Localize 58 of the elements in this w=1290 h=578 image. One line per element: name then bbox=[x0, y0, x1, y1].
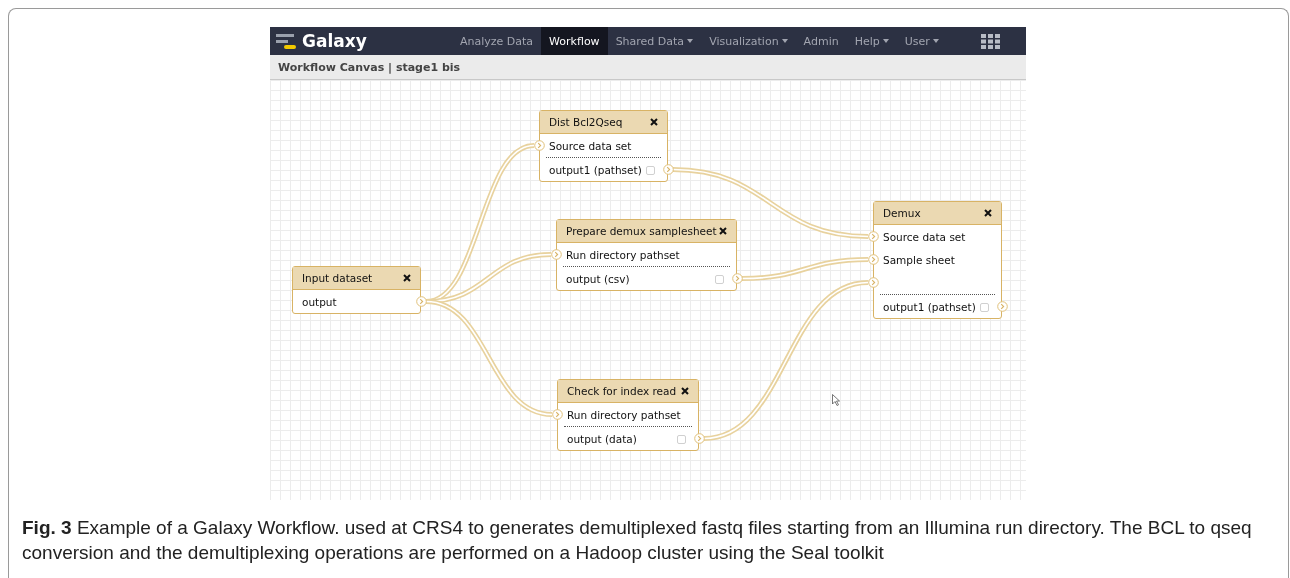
node-title: Dist Bcl2Qseq bbox=[549, 116, 623, 128]
output-label: output1 (pathset) bbox=[883, 300, 976, 313]
input-terminal[interactable] bbox=[533, 140, 545, 151]
close-icon[interactable] bbox=[403, 274, 411, 282]
output-terminal[interactable] bbox=[996, 301, 1008, 312]
output-label: output (csv) bbox=[566, 272, 630, 285]
workflow-node[interactable]: Dist Bcl2Qseq Source data set output1 (pathset) bbox=[539, 110, 668, 182]
workflow-node[interactable]: Demux Source data set Sample sheet output1 (pathset) bbox=[873, 201, 1002, 319]
node-header[interactable]: Prepare demux samplesheet bbox=[557, 220, 736, 243]
node-title: Demux bbox=[883, 207, 921, 219]
nav-link[interactable]: Visualization bbox=[701, 27, 796, 55]
node-title: Input dataset bbox=[302, 272, 373, 284]
nav-link[interactable]: Workflow bbox=[541, 27, 608, 55]
output-terminal[interactable] bbox=[415, 296, 427, 307]
output-checkbox[interactable] bbox=[980, 303, 989, 312]
node-header[interactable]: Input dataset bbox=[293, 267, 420, 290]
nav-link[interactable]: Help bbox=[846, 27, 897, 55]
output-terminal[interactable] bbox=[693, 433, 705, 444]
close-icon[interactable] bbox=[984, 209, 992, 217]
input-terminal[interactable] bbox=[867, 254, 879, 265]
output-checkbox[interactable] bbox=[677, 435, 686, 444]
input-label: Run directory pathset bbox=[567, 408, 681, 421]
logo-icon bbox=[276, 32, 298, 50]
input-terminal[interactable] bbox=[551, 409, 563, 420]
figure-caption: Fig. 3 Example of a Galaxy Workflow. used at CRS4 to generates demultiplexed fastq files starting from an Illumina run directory. The BCL to qseq conversion and the demultiplexing operations are performed on a Hadoop cluster using the Seal toolkit bbox=[22, 516, 1253, 565]
node-header[interactable]: Check for index read bbox=[558, 380, 698, 403]
input-terminal[interactable] bbox=[867, 277, 879, 288]
output-label: output (data) bbox=[567, 432, 637, 445]
output-terminal[interactable] bbox=[662, 164, 674, 175]
nav-link[interactable]: Admin bbox=[795, 27, 847, 55]
output-checkbox[interactable] bbox=[715, 275, 724, 284]
workflow-node[interactable]: Check for index read Run directory pathset output (data) bbox=[557, 379, 699, 451]
input-label: Source data set bbox=[883, 230, 966, 243]
node-header[interactable]: Dist Bcl2Qseq bbox=[540, 111, 667, 134]
close-icon[interactable] bbox=[719, 227, 727, 235]
cursor-icon bbox=[832, 394, 840, 406]
output-label: output bbox=[302, 295, 337, 308]
close-icon[interactable] bbox=[681, 387, 689, 395]
input-label: Source data set bbox=[549, 139, 632, 152]
close-icon[interactable] bbox=[650, 118, 658, 126]
nav-link[interactable]: Shared Data bbox=[607, 27, 702, 55]
node-header[interactable]: Demux bbox=[874, 202, 1001, 225]
input-terminal[interactable] bbox=[550, 249, 562, 260]
output-checkbox[interactable] bbox=[646, 166, 655, 175]
input-terminal[interactable] bbox=[867, 231, 879, 242]
output-label: output1 (pathset) bbox=[549, 163, 642, 176]
node-title: Prepare demux samplesheet bbox=[566, 225, 717, 237]
brand-name[interactable]: Galaxy bbox=[302, 31, 452, 51]
node-title: Check for index read bbox=[567, 385, 677, 397]
input-label: Run directory pathset bbox=[566, 248, 680, 261]
workflow-node[interactable]: Prepare demux samplesheet Run directory pathset output (csv) bbox=[556, 219, 737, 291]
workflow-node[interactable]: Input dataset output bbox=[292, 266, 421, 314]
output-terminal[interactable] bbox=[731, 273, 743, 284]
apps-grid-icon[interactable] bbox=[980, 33, 1000, 49]
canvas-title: Workflow Canvas | stage1 bis bbox=[278, 60, 461, 74]
input-label: Sample sheet bbox=[883, 253, 955, 266]
nav-link[interactable]: User bbox=[896, 27, 947, 55]
nav-link[interactable]: Analyze Data bbox=[452, 27, 542, 55]
